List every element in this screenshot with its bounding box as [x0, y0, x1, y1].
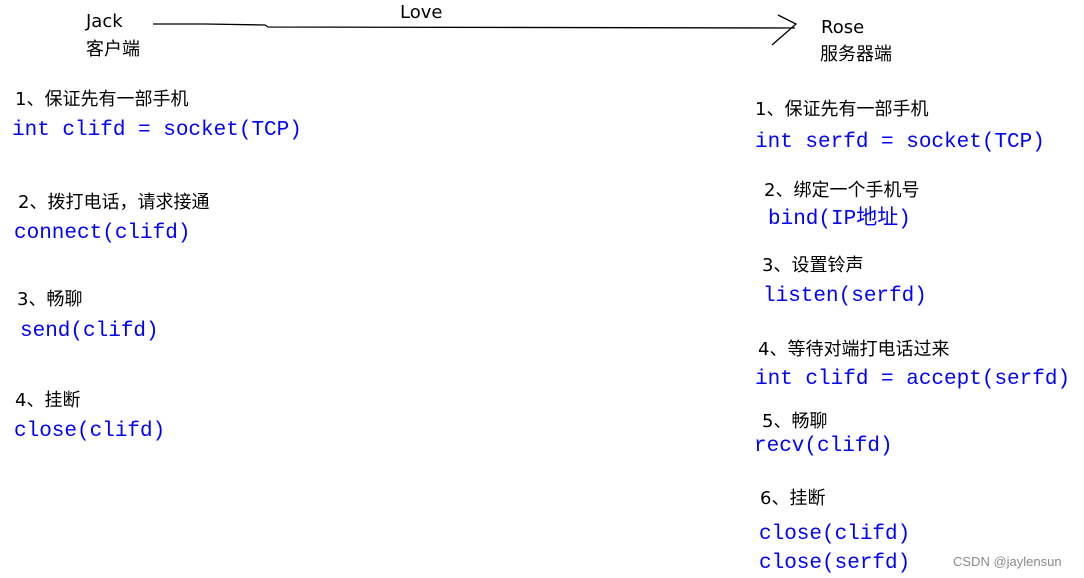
client-step-1-label: 1、保证先有一部手机 — [15, 89, 189, 110]
client-step-2-label: 2、拨打电话，请求接通 — [18, 192, 210, 213]
server-step-2-code: bind(IP地址) — [768, 208, 911, 231]
client-step-4-code: close(clifd) — [14, 420, 166, 443]
client-step-4-label: 4、挂断 — [15, 390, 81, 411]
server-step-6-label: 6、挂断 — [760, 488, 826, 509]
server-step-6-code: close(clifd) — [759, 523, 911, 546]
client-role: 客户端 — [86, 39, 140, 60]
server-step-5-code: recv(clifd) — [754, 435, 893, 458]
server-step-1-code: int serfd = socket(TCP) — [755, 131, 1045, 154]
server-step-4-label: 4、等待对端打电话过来 — [758, 339, 950, 360]
client-step-3-label: 3、畅聊 — [17, 289, 83, 310]
server-role: 服务器端 — [820, 44, 892, 65]
client-step-1-code: int clifd = socket(TCP) — [12, 119, 302, 142]
client-step-2-code: connect(clifd) — [14, 222, 191, 245]
server-step-3-code: listen(serfd) — [763, 285, 927, 308]
server-name: Rose — [821, 17, 865, 38]
server-step-4-code: int clifd = accept(serfd) — [755, 368, 1071, 391]
client-name: Jack — [86, 11, 123, 32]
server-step-6-code-2: close(serfd) — [759, 552, 911, 575]
arrow-label: Love — [400, 2, 443, 23]
client-step-3-code: send(clifd) — [20, 320, 159, 343]
diagram-canvas: Jack 客户端 Love Rose 服务器端 1、保证先有一部手机 int c… — [0, 0, 1084, 578]
server-step-2-label: 2、绑定一个手机号 — [764, 180, 920, 201]
server-step-3-label: 3、设置铃声 — [762, 255, 864, 276]
server-step-1-label: 1、保证先有一部手机 — [755, 99, 929, 120]
arrowhead-icon — [771, 14, 798, 46]
watermark: CSDN @jaylensun — [953, 554, 1062, 569]
server-step-5-label: 5、畅聊 — [762, 411, 828, 432]
